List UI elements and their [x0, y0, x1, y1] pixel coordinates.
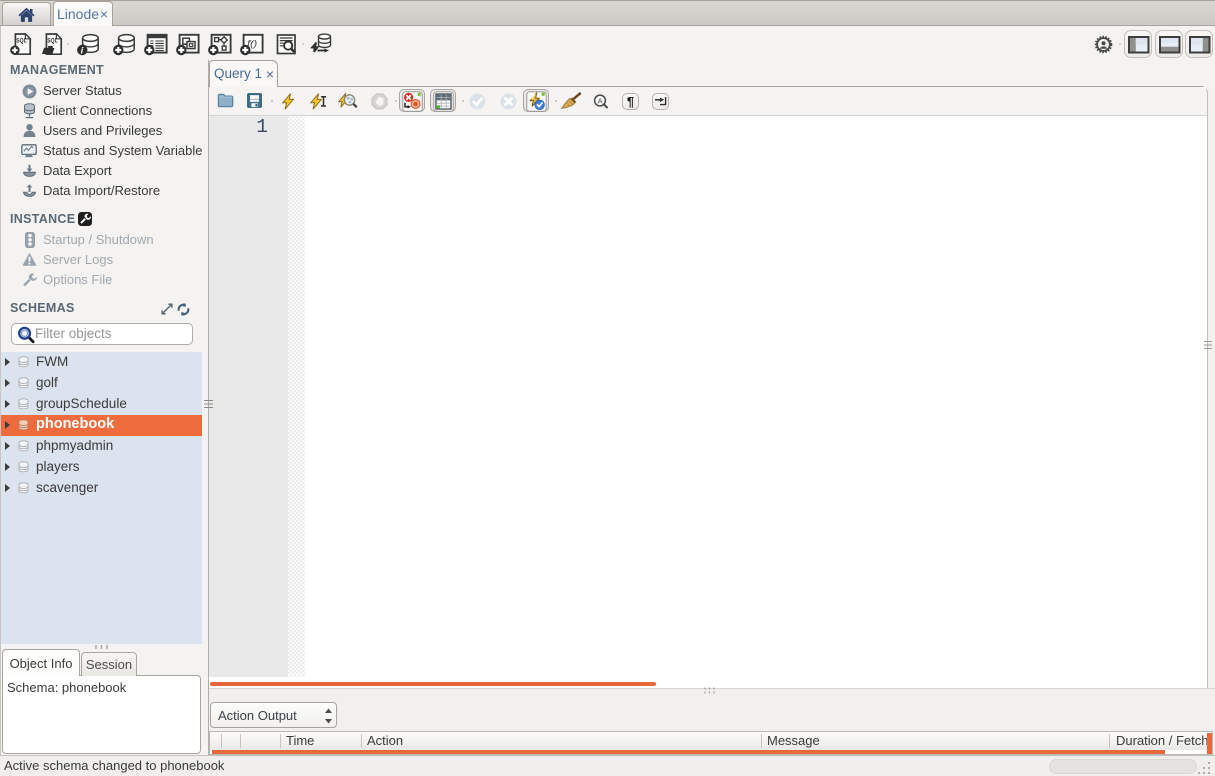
svg-text:SQL: SQL [16, 38, 26, 45]
svg-text:A: A [597, 96, 602, 105]
svg-text:i: i [81, 45, 84, 56]
svg-text:SQL: SQL [47, 38, 57, 45]
